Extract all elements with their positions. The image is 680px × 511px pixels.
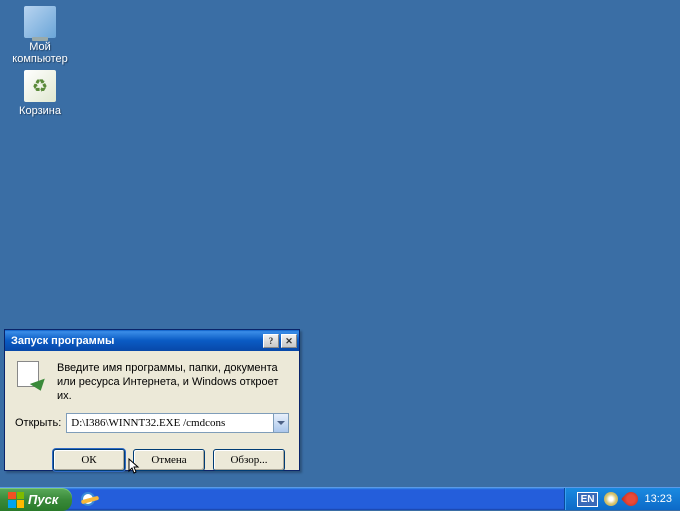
close-button[interactable]: ✕ [281, 334, 297, 348]
start-label: Пуск [28, 492, 58, 507]
taskbar: Пуск EN 13:23 [0, 487, 680, 510]
windows-logo-icon [8, 492, 24, 508]
dialog-description: Введите имя программы, папки, документа … [57, 361, 289, 403]
system-tray: EN 13:23 [564, 488, 680, 510]
run-dialog: Запуск программы ? ✕ Введите имя програм… [4, 329, 300, 471]
computer-icon [24, 6, 56, 38]
ie-icon [81, 492, 95, 506]
start-button[interactable]: Пуск [0, 488, 72, 511]
language-indicator[interactable]: EN [577, 492, 599, 507]
dialog-body: Введите имя программы, папки, документа … [5, 351, 299, 479]
open-combobox[interactable] [66, 413, 289, 433]
desktop-icon-my-computer[interactable]: Мой компьютер [5, 6, 75, 65]
desktop-icon-label: Мой компьютер [5, 41, 75, 65]
tray-disc-icon[interactable] [604, 492, 618, 506]
titlebar[interactable]: Запуск программы ? ✕ [5, 330, 299, 351]
quick-launch-ie[interactable] [79, 490, 97, 508]
help-button[interactable]: ? [263, 334, 279, 348]
clock[interactable]: 13:23 [644, 493, 672, 505]
run-icon [15, 361, 47, 393]
recycle-bin-icon [24, 70, 56, 102]
desktop-icon-recycle-bin[interactable]: Корзина [5, 70, 75, 117]
browse-button[interactable]: Обзор... [213, 449, 285, 471]
desktop[interactable]: Мой компьютер Корзина Запуск программы ?… [0, 0, 680, 487]
dialog-title: Запуск программы [11, 335, 261, 347]
tray-shield-icon[interactable] [622, 489, 642, 509]
quick-launch [72, 488, 104, 510]
cancel-button[interactable]: Отмена [133, 449, 205, 471]
ok-button[interactable]: ОК [53, 449, 125, 471]
open-input[interactable] [66, 413, 273, 433]
open-label: Открыть: [15, 417, 61, 429]
dropdown-button[interactable] [273, 413, 289, 433]
desktop-icon-label: Корзина [5, 105, 75, 117]
